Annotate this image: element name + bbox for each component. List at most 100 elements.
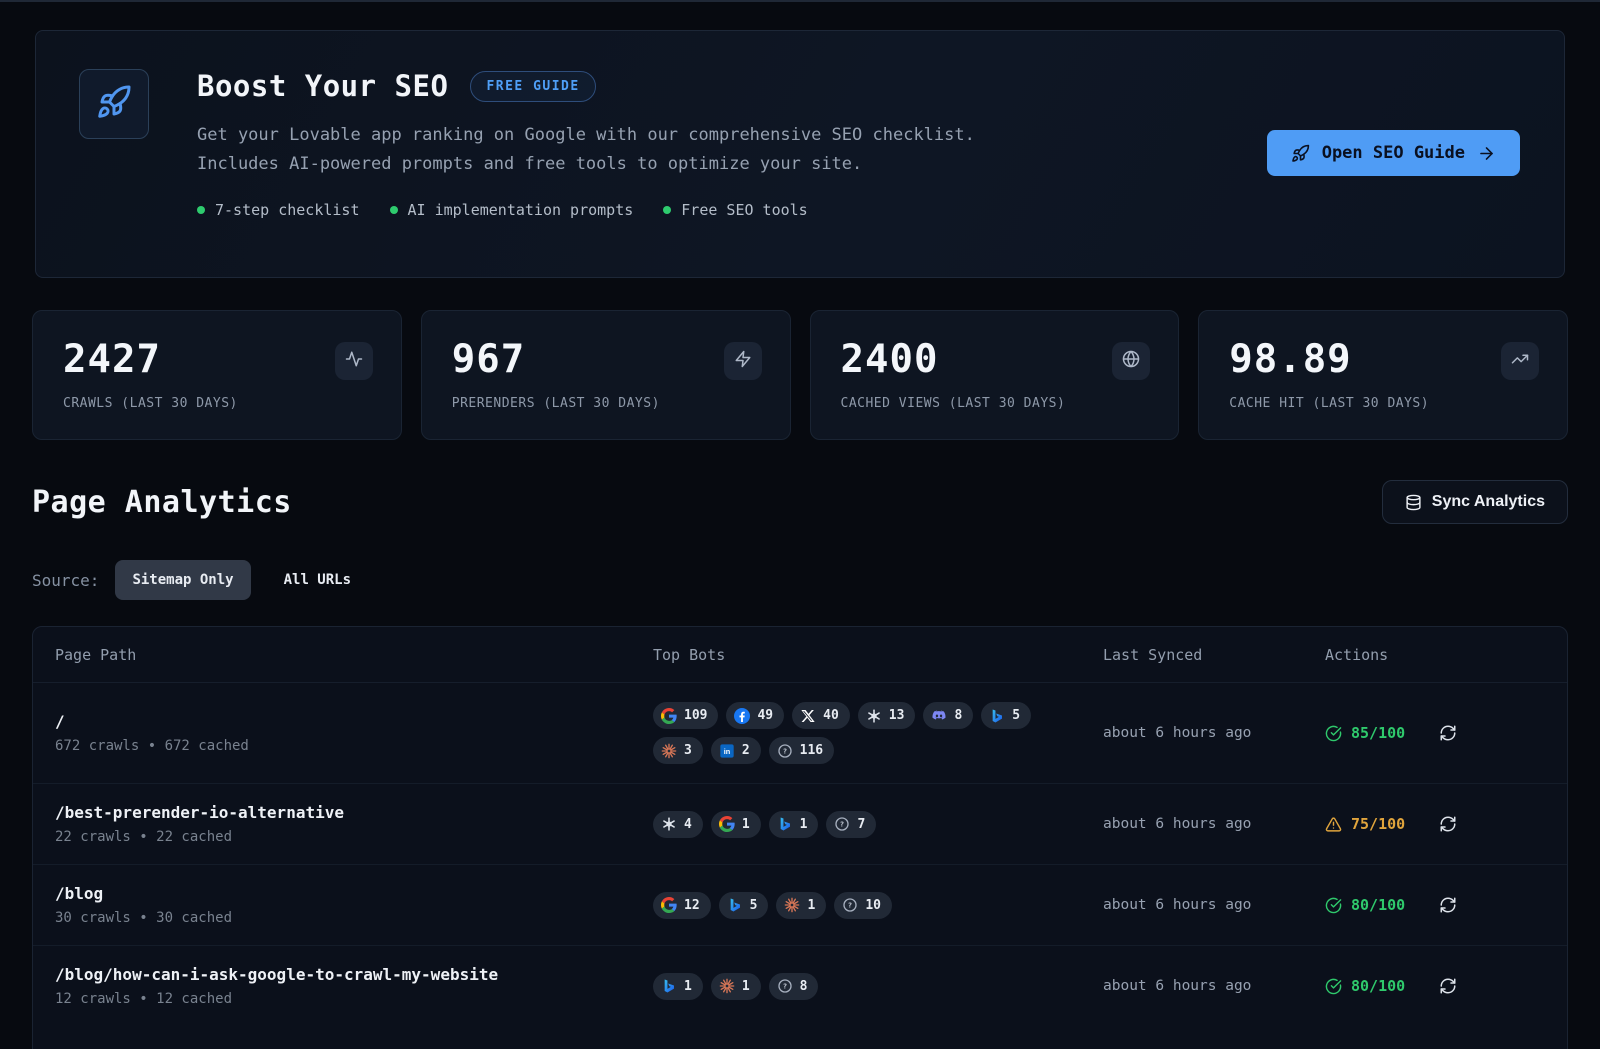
bing-bot-icon (989, 708, 1005, 724)
refresh-icon (1439, 977, 1457, 995)
bot-badge-google: 1 (711, 811, 761, 838)
bot-badge-bing: 1 (653, 973, 703, 1000)
source-option-all-urls[interactable]: All URLs (267, 560, 368, 600)
claude-bot-icon (661, 743, 677, 759)
sync-button-label: Sync Analytics (1432, 493, 1545, 511)
crawl-meta: 672 crawls • 672 cached (55, 738, 653, 754)
column-header-actions: Actions (1325, 646, 1545, 664)
bot-count: 12 (684, 898, 700, 913)
bot-badge-claude: 1 (776, 892, 826, 919)
refresh-button[interactable] (1439, 724, 1457, 742)
bot-count: 1 (684, 979, 692, 994)
bot-count: 1 (742, 979, 750, 994)
bot-badge-bing: 1 (769, 811, 819, 838)
stat-label: CRAWLS (LAST 30 DAYS) (63, 396, 377, 411)
column-header-page-path: Page Path (55, 646, 653, 664)
table-row: / 672 crawls • 672 cached 109494013853in… (33, 683, 1567, 784)
source-option-sitemap-only[interactable]: Sitemap Only (115, 560, 250, 600)
stat-label: CACHED VIEWS (LAST 30 DAYS) (841, 396, 1155, 411)
rocket-icon (79, 69, 149, 139)
svg-text:?: ? (840, 820, 844, 829)
bot-count: 10 (865, 898, 881, 913)
open-seo-guide-button[interactable]: Open SEO Guide (1267, 130, 1520, 176)
refresh-button[interactable] (1439, 896, 1457, 914)
actions-cell: 75/100 (1325, 815, 1545, 833)
trend-up-icon (1501, 342, 1539, 380)
bot-badge-unknown: ? 10 (834, 892, 892, 919)
bot-count: 49 (757, 708, 773, 723)
bot-badge-openai: 4 (653, 811, 703, 838)
bot-count: 7 (857, 817, 865, 832)
score-value: 80/100 (1351, 977, 1405, 995)
green-dot-icon (663, 206, 671, 214)
refresh-icon (1439, 896, 1457, 914)
unknown-bot-icon: ? (777, 743, 793, 759)
feature-label: Free SEO tools (681, 201, 807, 219)
globe-icon (1112, 342, 1150, 380)
bot-count: 8 (954, 708, 962, 723)
rocket-icon (96, 84, 132, 124)
bot-badge-unknown: ?7 (826, 811, 876, 838)
feature-item: Free SEO tools (663, 201, 807, 219)
table-row: /blog 30 crawls • 30 cached 12 5 1? 10 abou… (33, 865, 1567, 946)
stat-value: 2427 (63, 337, 377, 382)
bing-bot-icon (661, 978, 677, 994)
stat-value: 98.89 (1229, 337, 1543, 382)
top-bots-cell: 12 5 1? 10 (653, 892, 1061, 919)
page-path-cell: /best-prerender-io-alternative 22 crawls… (55, 803, 653, 845)
page-path[interactable]: / (55, 712, 653, 731)
bing-bot-icon (777, 816, 793, 832)
database-icon (1405, 494, 1422, 511)
arrow-right-icon (1477, 144, 1496, 163)
discord-bot-icon (931, 708, 947, 724)
top-bots-cell: 411?7 (653, 811, 1061, 838)
last-synced: about 6 hours ago (1103, 897, 1325, 913)
google-bot-icon (661, 897, 677, 913)
unknown-bot-icon: ? (842, 897, 858, 913)
refresh-icon (1439, 724, 1457, 742)
table-body: / 672 crawls • 672 cached 109494013853in… (33, 683, 1567, 1026)
last-synced: about 6 hours ago (1103, 816, 1325, 832)
top-divider (0, 0, 1600, 2)
table-row: /best-prerender-io-alternative 22 crawls… (33, 784, 1567, 865)
refresh-button[interactable] (1439, 977, 1457, 995)
page-path-cell: /blog/how-can-i-ask-google-to-crawl-my-w… (55, 965, 653, 1007)
last-synced: about 6 hours ago (1103, 978, 1325, 994)
sync-analytics-button[interactable]: Sync Analytics (1382, 480, 1568, 524)
stat-label: PRERENDERS (LAST 30 DAYS) (452, 396, 766, 411)
bot-count: 13 (889, 708, 905, 723)
bot-badge-claude: 3 (653, 737, 703, 764)
column-header-top-bots: Top Bots (653, 646, 1103, 664)
google-bot-icon (719, 816, 735, 832)
activity-icon (335, 342, 373, 380)
banner-title: Boost Your SEO (197, 69, 448, 103)
bot-count: 116 (800, 743, 823, 758)
crawl-meta: 22 crawls • 22 cached (55, 829, 653, 845)
stat-card-crawls: 2427 CRAWLS (LAST 30 DAYS) (32, 310, 402, 440)
check-circle-icon (1325, 725, 1342, 742)
warning-triangle-icon (1325, 816, 1342, 833)
bot-badge-google: 109 (653, 702, 718, 729)
seo-guide-banner: Boost Your SEO FREE GUIDE Get your Lovab… (35, 30, 1565, 278)
stat-label: CACHE HIT (LAST 30 DAYS) (1229, 396, 1543, 411)
actions-cell: 80/100 (1325, 896, 1545, 914)
svg-text:?: ? (782, 746, 786, 755)
score-value: 85/100 (1351, 724, 1405, 742)
page-path[interactable]: /best-prerender-io-alternative (55, 803, 653, 822)
svg-text:in: in (724, 747, 731, 756)
page-path[interactable]: /blog (55, 884, 653, 903)
bot-badge-linkedin: in2 (711, 737, 761, 764)
page-path-cell: / 672 crawls • 672 cached (55, 712, 653, 754)
bot-badge-bing: 5 (981, 702, 1031, 729)
bot-count: 5 (750, 898, 758, 913)
crawl-meta: 30 crawls • 30 cached (55, 910, 653, 926)
source-label: Source: (32, 571, 99, 590)
google-bot-icon (661, 708, 677, 724)
refresh-button[interactable] (1439, 815, 1457, 833)
page-analytics-table: Page Path Top Bots Last Synced Actions /… (32, 626, 1568, 1049)
bot-badge-google: 12 (653, 892, 711, 919)
bot-count: 8 (800, 979, 808, 994)
score-value: 80/100 (1351, 896, 1405, 914)
page-path[interactable]: /blog/how-can-i-ask-google-to-crawl-my-w… (55, 965, 653, 984)
bot-count: 5 (1012, 708, 1020, 723)
